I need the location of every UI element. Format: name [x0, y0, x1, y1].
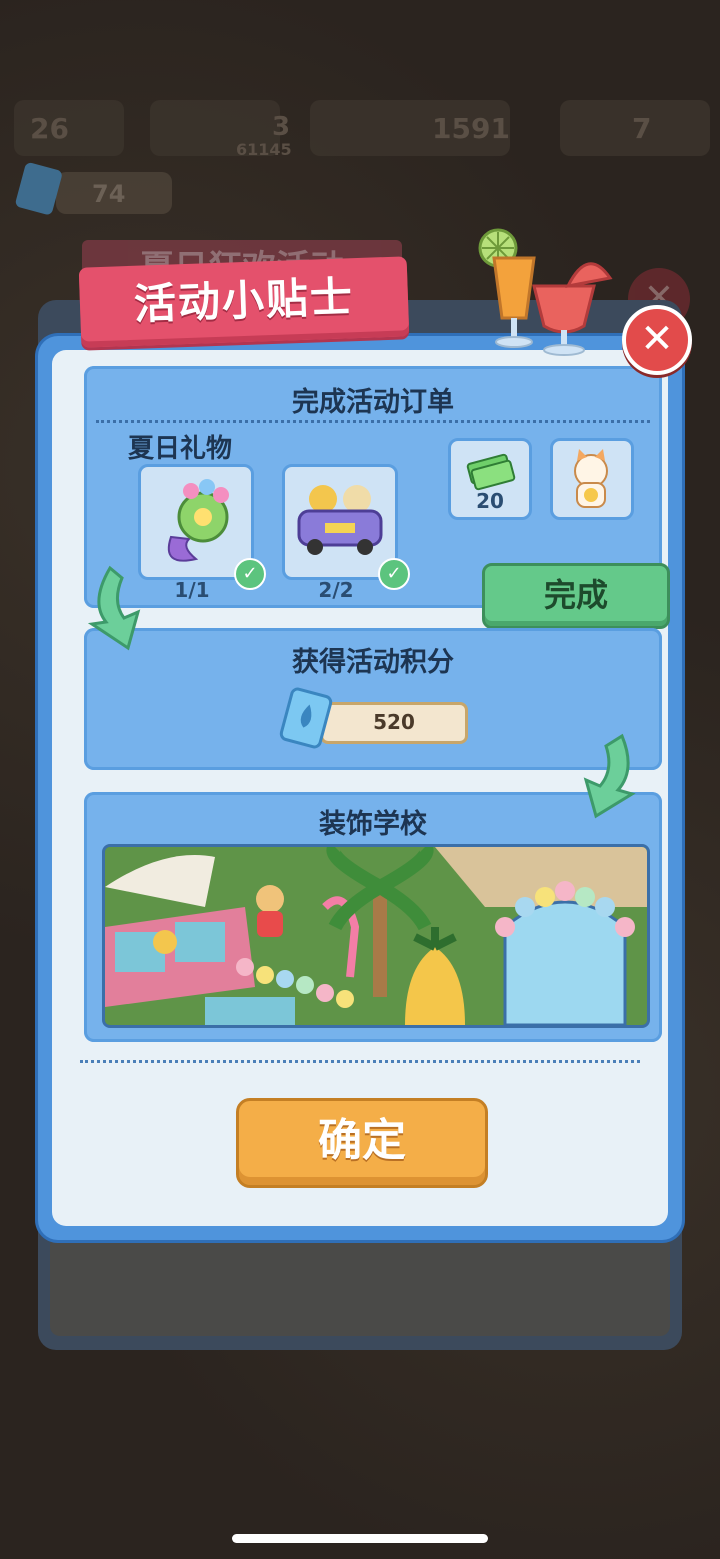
cocktail-drinks-icon	[478, 228, 613, 356]
flower-mermaid-icon	[167, 479, 229, 562]
order-item-slot-2	[282, 464, 398, 580]
home-indicator[interactable]	[232, 1534, 488, 1543]
flow-arrow-down-icon	[583, 733, 636, 819]
gift-subtitle: 夏日礼物	[128, 434, 233, 464]
complete-button[interactable]: 完成	[482, 563, 670, 629]
reward-slot-cash: 20	[448, 438, 532, 520]
close-button[interactable]: ✕	[622, 305, 692, 375]
lucky-cat-icon	[574, 449, 608, 508]
flow-arrow-down-icon	[87, 565, 141, 651]
scene-illustration	[105, 847, 647, 1025]
order-item-count-2: 2/2	[318, 578, 354, 602]
check-icon: ✓	[378, 558, 410, 590]
decorate-section: 装饰学校	[84, 792, 662, 1042]
order-item-count-1: 1/1	[174, 578, 210, 602]
summer-party-scene-illustration	[102, 844, 650, 1028]
bg-stat-2: 3	[272, 112, 291, 142]
event-ticket-icon	[279, 687, 333, 749]
cash-icon	[466, 453, 516, 491]
bg-currency-count: 74	[92, 180, 126, 208]
points-bar: 520	[320, 702, 468, 744]
order-item-slot-1	[138, 464, 254, 580]
bg-stat-small: 61145	[236, 140, 292, 159]
bg-stat-1: 26	[30, 112, 69, 145]
dialog-title-ribbon: 活动小贴士	[78, 256, 410, 348]
order-section-title: 完成活动订单	[292, 387, 454, 418]
reward-slot-lucky-cat	[550, 438, 634, 520]
check-icon: ✓	[234, 558, 266, 590]
cash-reward-value: 20	[476, 489, 504, 513]
confirm-button[interactable]: 确定	[236, 1098, 488, 1188]
points-value: 520	[373, 710, 415, 734]
order-divider	[96, 420, 650, 423]
points-section-title: 获得活动积分	[292, 647, 454, 678]
footer-divider	[80, 1060, 640, 1063]
close-icon: ✕	[640, 316, 674, 362]
car-characters-icon	[297, 485, 383, 555]
bg-stat-3: 1591	[432, 112, 510, 145]
dialog-title: 活动小贴士	[133, 272, 355, 329]
bg-ticket-icon	[15, 162, 62, 215]
background-panel-footer	[50, 1236, 670, 1336]
bg-stat-4: 7	[632, 112, 652, 145]
order-section: 完成活动订单 夏日礼物 1/1 ✓ 2/2 ✓ 20 完成	[84, 366, 670, 629]
